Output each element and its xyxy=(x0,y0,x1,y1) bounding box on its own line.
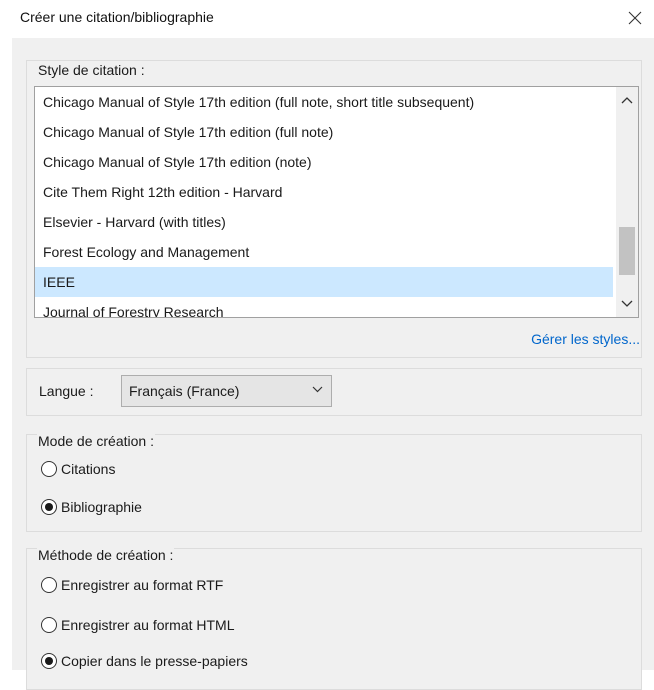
radio-rtf[interactable]: Enregistrer au format RTF xyxy=(41,573,223,597)
radio-clipboard[interactable]: Copier dans le presse-papiers xyxy=(41,649,248,673)
radio-citations[interactable]: Citations xyxy=(41,457,115,481)
style-list-item[interactable]: Elsevier - Harvard (with titles) xyxy=(35,207,613,237)
dialog-titlebar: Créer une citation/bibliographie xyxy=(0,0,654,38)
citation-style-list[interactable]: Chicago Manual of Style 17th edition (fu… xyxy=(34,86,639,318)
chevron-down-icon xyxy=(621,300,633,307)
radio-clipboard-indicator[interactable] xyxy=(41,653,57,669)
creation-method-group: Méthode de création : Enregistrer au for… xyxy=(26,547,642,690)
radio-bibliographie-label: Bibliographie xyxy=(61,499,142,515)
radio-bibliographie[interactable]: Bibliographie xyxy=(41,495,142,519)
dialog-title: Créer une citation/bibliographie xyxy=(20,9,214,25)
style-list-item[interactable]: Chicago Manual of Style 17th edition (no… xyxy=(35,147,613,177)
close-button[interactable] xyxy=(620,4,650,32)
radio-citations-label: Citations xyxy=(61,461,116,477)
language-select[interactable]: Français (France) xyxy=(121,375,332,407)
scroll-up-button[interactable] xyxy=(616,89,638,111)
language-group: Langue : Français (France) xyxy=(26,368,642,416)
creation-mode-label: Mode de création : xyxy=(37,433,155,449)
style-list-item[interactable]: Forest Ecology and Management xyxy=(35,237,613,267)
creation-mode-group: Mode de création : Citations Bibliograph… xyxy=(26,433,642,532)
radio-rtf-label: Enregistrer au format RTF xyxy=(61,577,224,593)
chevron-up-icon xyxy=(621,97,633,104)
manage-styles-link[interactable]: Gérer les styles... xyxy=(531,331,640,347)
scroll-down-button[interactable] xyxy=(616,293,638,315)
scroll-thumb[interactable] xyxy=(619,227,635,275)
radio-html-indicator[interactable] xyxy=(41,617,57,633)
style-list-item[interactable]: IEEE xyxy=(35,267,613,297)
chevron-down-icon xyxy=(312,386,323,393)
radio-clipboard-label: Copier dans le presse-papiers xyxy=(61,653,248,669)
style-list-item[interactable]: Chicago Manual of Style 17th edition (fu… xyxy=(35,117,613,147)
radio-html[interactable]: Enregistrer au format HTML xyxy=(41,613,235,637)
radio-bibliographie-indicator[interactable] xyxy=(41,499,57,515)
language-select-value: Français (France) xyxy=(129,383,240,399)
citation-style-label: Style de citation : xyxy=(37,62,146,78)
dialog-content: Style de citation : Chicago Manual of St… xyxy=(12,38,654,690)
radio-rtf-indicator[interactable] xyxy=(41,577,57,593)
style-list-item[interactable]: Chicago Manual of Style 17th edition (fu… xyxy=(35,87,613,117)
creation-method-label: Méthode de création : xyxy=(37,547,175,563)
radio-citations-indicator[interactable] xyxy=(41,461,57,477)
style-list-item[interactable]: Journal of Forestry Research xyxy=(35,297,613,317)
style-list-item[interactable]: Cite Them Right 12th edition - Harvard xyxy=(35,177,613,207)
language-label: Langue : xyxy=(39,383,94,399)
style-list-scrollbar[interactable] xyxy=(616,87,638,317)
close-icon xyxy=(628,11,642,25)
radio-html-label: Enregistrer au format HTML xyxy=(61,617,235,633)
